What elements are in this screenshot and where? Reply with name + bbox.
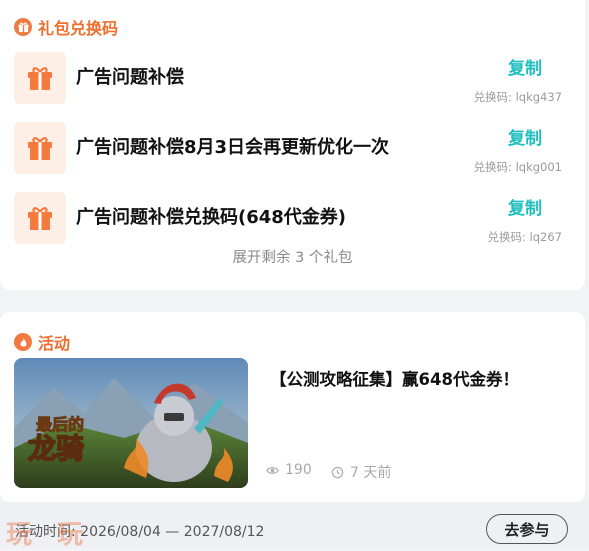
watermark: 玩 玩 xyxy=(6,520,92,550)
activity-post-title[interactable]: 【公测攻略征集】赢648代金券！ xyxy=(270,366,519,390)
eye-icon xyxy=(266,466,279,474)
post-time-value: 7 天前 xyxy=(350,465,392,481)
view-count-value: 190 xyxy=(285,462,312,478)
gift-box-icon xyxy=(14,192,66,244)
join-button[interactable]: 去参与 xyxy=(486,514,568,544)
gift-item: 广告问题补偿 复制 兑换码: lqkg437 xyxy=(14,52,562,104)
post-time: 7 天前 xyxy=(331,462,391,482)
gift-item: 广告问题补偿兑换码(648代金券) 复制 兑换码: lq267 xyxy=(14,192,562,244)
gift-box-icon xyxy=(14,122,66,174)
gift-section-header: 礼包兑换码 xyxy=(14,15,118,39)
gift-name: 广告问题补偿 xyxy=(76,67,184,88)
flame-icon xyxy=(14,333,32,351)
copy-button[interactable]: 复制 xyxy=(508,194,542,219)
gift-section-icon xyxy=(14,18,32,36)
gift-code: 兑换码: lqkg001 xyxy=(473,160,562,174)
copy-button[interactable]: 复制 xyxy=(508,124,542,149)
gift-code: 兑换码: lqkg437 xyxy=(473,90,562,104)
activity-section-header: 活动 xyxy=(14,330,70,354)
view-count: 190 xyxy=(266,462,312,478)
activity-thumbnail[interactable]: 最后的 龙骑 xyxy=(14,358,248,488)
gift-box-icon xyxy=(14,52,66,104)
clock-icon xyxy=(331,466,344,478)
gift-code-card: 礼包兑换码 广告问题补偿 复制 兑换码: lqkg437 广告问题补偿8月3日会… xyxy=(0,0,585,290)
gift-item: 广告问题补偿8月3日会再更新优化一次 复制 兑换码: lqkg001 xyxy=(14,122,562,174)
gift-section-title: 礼包兑换码 xyxy=(38,19,119,38)
gift-name: 广告问题补偿兑换码(648代金券) xyxy=(76,207,347,228)
activity-card: 活动 最后的 龙骑 【公测攻略征集】赢648代金券！ 190 7 天前 xyxy=(0,312,585,502)
gift-code: 兑换码: lq267 xyxy=(487,230,562,244)
thumbnail-logo-bottom: 龙骑 xyxy=(28,432,84,465)
gift-name: 广告问题补偿8月3日会再更新优化一次 xyxy=(76,137,390,158)
copy-button[interactable]: 复制 xyxy=(508,54,542,79)
expand-gifts-link[interactable]: 展开剩余 3 个礼包 xyxy=(0,246,585,267)
activity-section-title: 活动 xyxy=(38,334,71,353)
